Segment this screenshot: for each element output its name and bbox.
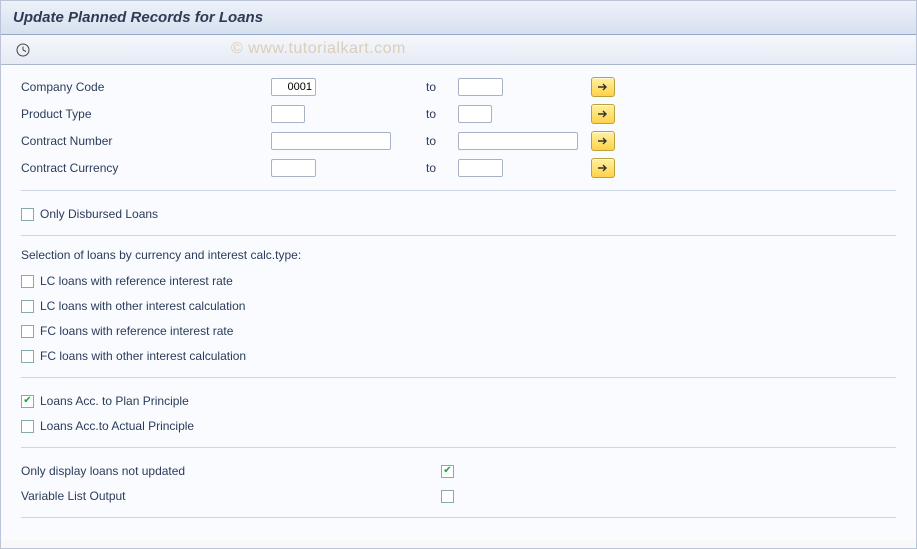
only-disbursed-checkbox[interactable] xyxy=(21,208,34,221)
company-code-to-input[interactable] xyxy=(458,78,503,96)
lc-ref-label: LC loans with reference interest rate xyxy=(40,274,233,288)
row-fc-ref: FC loans with reference interest rate xyxy=(21,320,896,342)
lc-ref-checkbox[interactable] xyxy=(21,275,34,288)
toolbar: © www.tutorialkart.com xyxy=(1,35,916,65)
page-title: Update Planned Records for Loans xyxy=(13,9,263,26)
row-variable-list: Variable List Output xyxy=(21,485,896,507)
only-display-checkbox[interactable] xyxy=(441,465,454,478)
plan-principle-label: Loans Acc. to Plan Principle xyxy=(40,394,189,408)
arrow-right-icon xyxy=(597,136,609,146)
contract-number-range-button[interactable] xyxy=(591,131,615,151)
row-plan-principle: Loans Acc. to Plan Principle xyxy=(21,390,896,412)
fc-ref-label: FC loans with reference interest rate xyxy=(40,324,233,338)
label-contract-currency: Contract Currency xyxy=(21,161,271,175)
actual-principle-label: Loans Acc.to Actual Principle xyxy=(40,419,194,433)
divider xyxy=(21,517,896,518)
contract-number-from-input[interactable] xyxy=(271,132,391,150)
arrow-right-icon xyxy=(597,82,609,92)
product-type-range-button[interactable] xyxy=(591,104,615,124)
title-bar: Update Planned Records for Loans xyxy=(1,1,916,35)
product-type-from-input[interactable] xyxy=(271,105,305,123)
row-contract-number: Contract Number to xyxy=(21,129,896,153)
contract-number-to-input[interactable] xyxy=(458,132,578,150)
actual-principle-checkbox[interactable] xyxy=(21,420,34,433)
selection-section-header: Selection of loans by currency and inter… xyxy=(21,248,896,262)
row-actual-principle: Loans Acc.to Actual Principle xyxy=(21,415,896,437)
fc-other-label: FC loans with other interest calculation xyxy=(40,349,246,363)
divider xyxy=(21,190,896,191)
row-only-display: Only display loans not updated xyxy=(21,460,896,482)
form-area: Company Code to Product Type to Contract… xyxy=(1,65,916,540)
label-product-type: Product Type xyxy=(21,107,271,121)
lc-other-label: LC loans with other interest calculation xyxy=(40,299,245,313)
company-code-to-label: to xyxy=(426,80,456,94)
variable-list-checkbox[interactable] xyxy=(441,490,454,503)
row-lc-other: LC loans with other interest calculation xyxy=(21,295,896,317)
watermark-text: © www.tutorialkart.com xyxy=(231,40,406,58)
contract-currency-from-input[interactable] xyxy=(271,159,316,177)
company-code-range-button[interactable] xyxy=(591,77,615,97)
row-fc-other: FC loans with other interest calculation xyxy=(21,345,896,367)
variable-list-label: Variable List Output xyxy=(21,489,441,503)
row-contract-currency: Contract Currency to xyxy=(21,156,896,180)
product-type-to-label: to xyxy=(426,107,456,121)
plan-principle-checkbox[interactable] xyxy=(21,395,34,408)
row-lc-ref: LC loans with reference interest rate xyxy=(21,270,896,292)
fc-other-checkbox[interactable] xyxy=(21,350,34,363)
contract-currency-to-label: to xyxy=(426,161,456,175)
row-product-type: Product Type to xyxy=(21,102,896,126)
contract-number-to-label: to xyxy=(426,134,456,148)
row-company-code: Company Code to xyxy=(21,75,896,99)
divider xyxy=(21,377,896,378)
product-type-to-input[interactable] xyxy=(458,105,492,123)
lc-other-checkbox[interactable] xyxy=(21,300,34,313)
execute-button[interactable] xyxy=(11,39,35,61)
contract-currency-range-button[interactable] xyxy=(591,158,615,178)
arrow-right-icon xyxy=(597,163,609,173)
divider xyxy=(21,447,896,448)
divider xyxy=(21,235,896,236)
contract-currency-to-input[interactable] xyxy=(458,159,503,177)
only-disbursed-label: Only Disbursed Loans xyxy=(40,207,158,221)
label-company-code: Company Code xyxy=(21,80,271,94)
clock-icon xyxy=(16,43,30,57)
label-contract-number: Contract Number xyxy=(21,134,271,148)
arrow-right-icon xyxy=(597,109,609,119)
fc-ref-checkbox[interactable] xyxy=(21,325,34,338)
company-code-from-input[interactable] xyxy=(271,78,316,96)
row-only-disbursed: Only Disbursed Loans xyxy=(21,203,896,225)
only-display-label: Only display loans not updated xyxy=(21,464,441,478)
